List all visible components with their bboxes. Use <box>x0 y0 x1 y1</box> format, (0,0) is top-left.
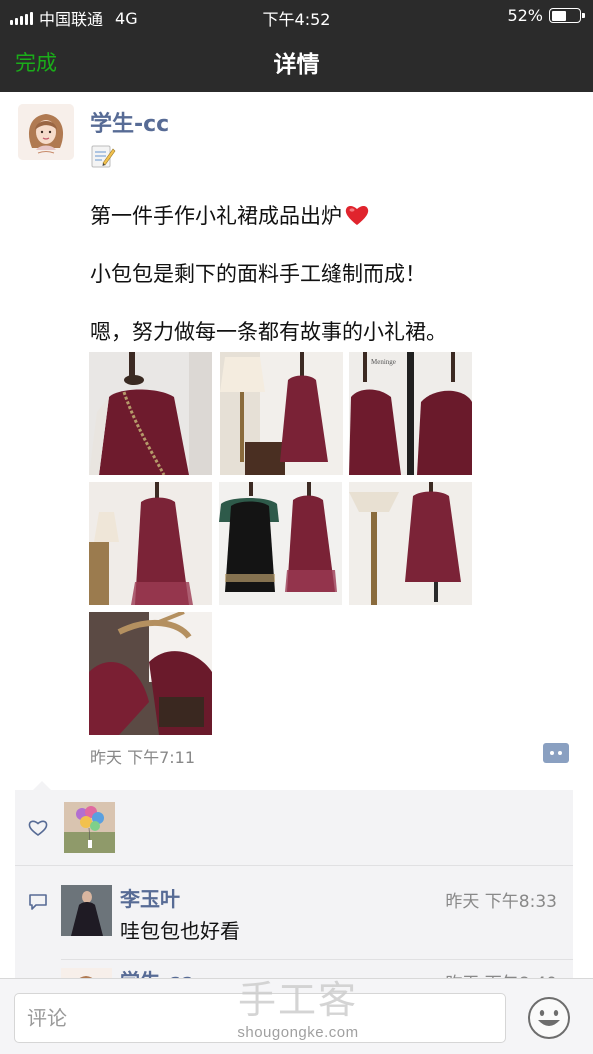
post-photo-7[interactable] <box>89 612 212 735</box>
clock: 下午4:52 <box>262 10 331 29</box>
divider <box>61 959 573 960</box>
battery-icon <box>549 8 585 23</box>
moments-detail-screen: 中国联通 4G 下午4:52 52% 完成 详情 学生-cc 第一件手作小礼裙成… <box>0 0 593 1054</box>
status-bar: 中国联通 4G 下午4:52 52% <box>0 0 593 30</box>
comment-text[interactable]: 哇包包也好看 <box>120 915 240 944</box>
post-timestamp: 昨天 下午7:11 <box>90 748 196 767</box>
more-actions-button[interactable] <box>543 743 569 763</box>
comment-input[interactable] <box>14 993 506 1043</box>
status-right: 52% <box>507 6 585 25</box>
commenter-name[interactable]: 李玉叶 <box>120 883 180 912</box>
page-title: 详情 <box>273 52 320 78</box>
commenter-avatar[interactable] <box>61 885 112 936</box>
like-heart-icon <box>28 819 48 837</box>
post-photo-2[interactable] <box>220 352 343 475</box>
battery-percent: 52% <box>507 6 543 25</box>
post-photo-5[interactable] <box>219 482 342 605</box>
comment-timestamp: 昨天 下午8:33 <box>445 892 557 912</box>
post-text-line-1: 第一件手作小礼裙成品出炉 <box>90 200 370 230</box>
post-photo-4[interactable] <box>89 482 212 605</box>
svg-text:Meninge: Meninge <box>371 358 396 366</box>
navigation-bar: 完成 详情 <box>0 30 593 92</box>
done-button[interactable]: 完成 <box>15 47 57 77</box>
likes-comments-panel: 李玉叶 昨天 下午8:33 哇包包也好看 学生-cc 昨天 下午8:40 <box>15 781 573 1019</box>
divider <box>15 865 573 866</box>
post-text-line-2: 小包包是剩下的面料手工缝制而成！ <box>90 262 426 286</box>
author-avatar[interactable] <box>18 104 74 160</box>
red-heart-icon <box>344 203 370 227</box>
post-photo-6[interactable] <box>349 482 472 605</box>
author-name[interactable]: 学生-cc <box>90 106 169 138</box>
liker-avatar[interactable] <box>64 802 115 853</box>
memo-emoji-icon <box>90 143 116 169</box>
comment-input-bar <box>0 978 593 1054</box>
emoji-button[interactable] <box>527 996 571 1040</box>
post-text-line-3: 嗯，努力做每一条都有故事的小礼裙。 <box>90 320 447 344</box>
comment-bubble-icon <box>28 893 48 911</box>
battery-level <box>551 10 566 21</box>
post-text-1: 第一件手作小礼裙成品出炉 <box>90 204 342 228</box>
post-photo-3[interactable]: Meninge <box>349 352 472 475</box>
post-photo-1[interactable] <box>89 352 212 475</box>
